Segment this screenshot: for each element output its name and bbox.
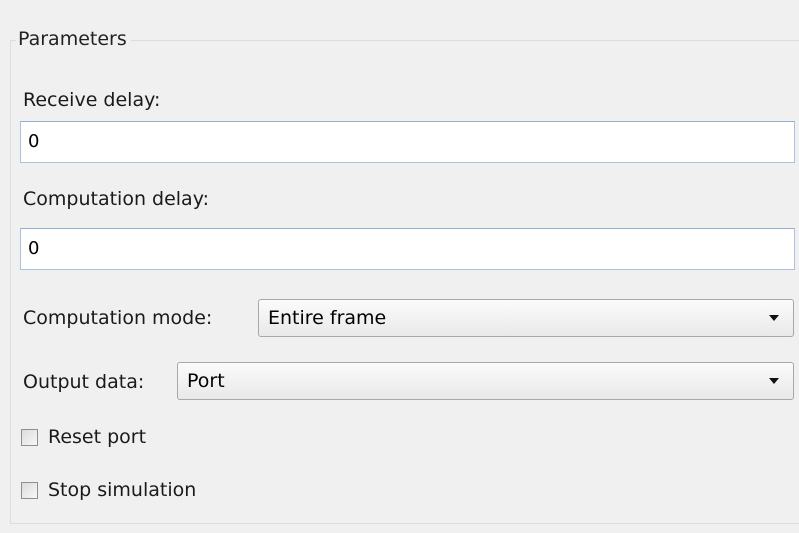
- receive-delay-label: Receive delay:: [23, 89, 161, 111]
- computation-mode-label: Computation mode:: [23, 307, 213, 329]
- group-border-left: [10, 40, 11, 524]
- output-data-dropdown[interactable]: Port: [177, 362, 794, 400]
- chevron-down-icon: [769, 378, 779, 384]
- output-data-label: Output data:: [23, 371, 145, 393]
- computation-delay-label: Computation delay:: [23, 188, 209, 210]
- output-data-selected: Port: [187, 370, 225, 392]
- parameters-group-title: Parameters: [16, 26, 131, 52]
- group-border-bottom: [10, 523, 799, 524]
- computation-delay-input[interactable]: 0: [20, 228, 795, 270]
- computation-mode-dropdown[interactable]: Entire frame: [258, 299, 794, 337]
- parameters-panel: Parameters Receive delay: 0 Computation …: [0, 0, 799, 533]
- reset-port-checkbox[interactable]: [21, 428, 38, 446]
- stop-simulation-option[interactable]: Stop simulation: [21, 477, 196, 503]
- reset-port-label: Reset port: [48, 426, 147, 448]
- stop-simulation-checkbox[interactable]: [21, 481, 38, 499]
- stop-simulation-label: Stop simulation: [48, 479, 197, 501]
- chevron-down-icon: [769, 315, 779, 321]
- receive-delay-input[interactable]: 0: [20, 121, 795, 163]
- reset-port-option[interactable]: Reset port: [21, 424, 146, 450]
- computation-mode-selected: Entire frame: [268, 307, 387, 329]
